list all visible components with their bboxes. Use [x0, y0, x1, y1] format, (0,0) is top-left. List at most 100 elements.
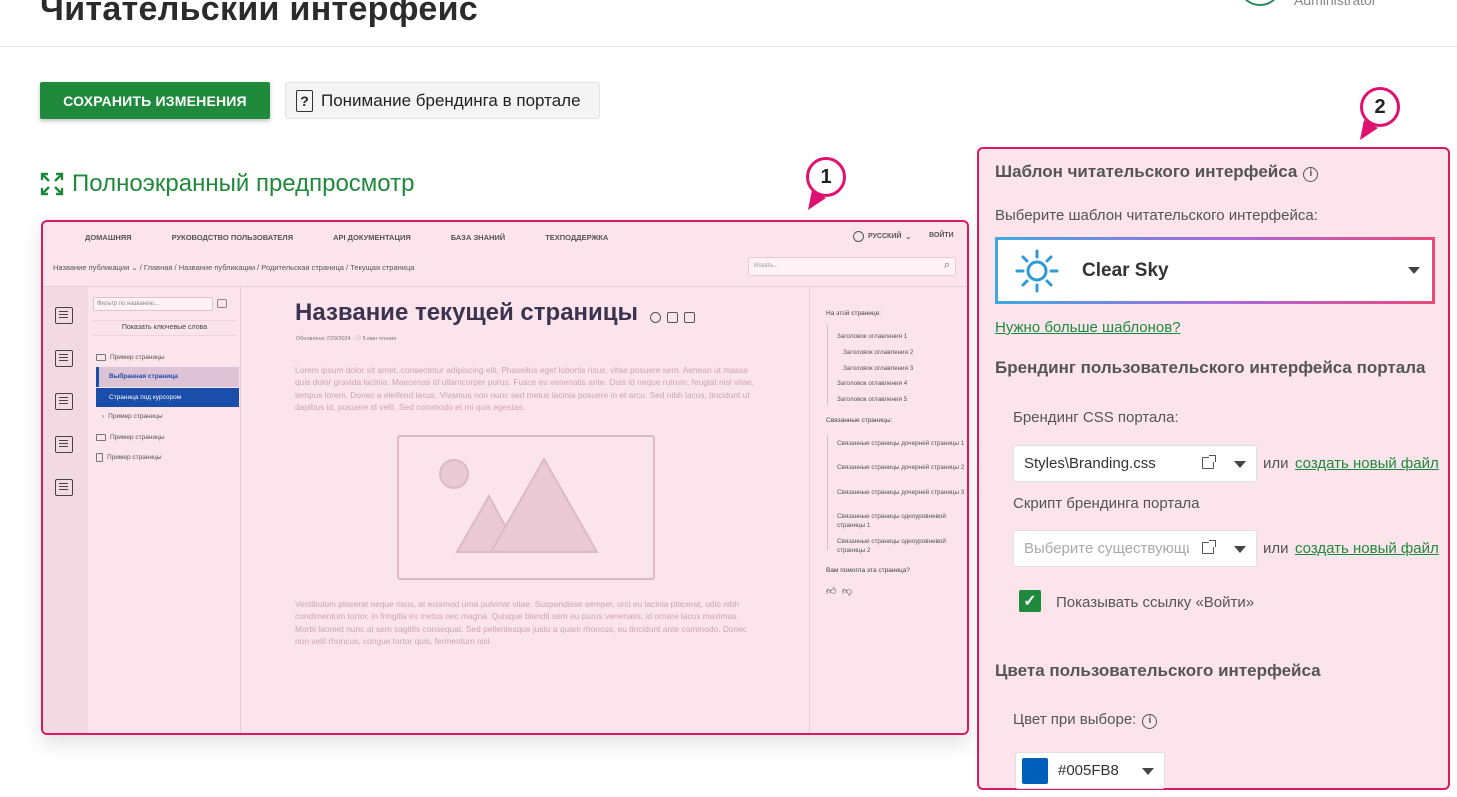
book-icon[interactable] [55, 307, 73, 324]
show-login-checkbox[interactable]: ✓ [1019, 590, 1041, 612]
chevron-down-icon [1142, 768, 1154, 775]
selection-color-value: #005FB8 [1058, 762, 1119, 779]
tree-item-selected[interactable]: Выбранная страница [96, 367, 239, 387]
thumbs-up-icon[interactable]: 👍︎ [826, 586, 836, 597]
related-link[interactable]: Связанные страницы дочерней страницы 2 [837, 463, 967, 472]
branding-heading: Брендинг пользовательского интерфейса по… [995, 358, 1426, 377]
toc-link[interactable]: Заголовок оглавления 4 [837, 379, 967, 388]
template-select[interactable]: Clear Sky [995, 237, 1435, 304]
toc-divider [827, 435, 828, 550]
book-icon[interactable] [55, 350, 73, 367]
toc-related-heading: Связанные страницы: [826, 417, 893, 424]
user-avatar[interactable] [1238, 0, 1282, 6]
tree-item[interactable]: Пример страницы [96, 434, 165, 441]
thumbs-down-icon[interactable]: 👎︎ [842, 586, 852, 597]
save-changes-button[interactable]: СОХРАНИТЬ ИЗМЕНЕНИЯ [40, 82, 270, 119]
book-icon[interactable] [55, 393, 73, 410]
feedback-question: Вам помогла эта страница? [826, 567, 911, 574]
preview-content: Название текущей страницы Обновлено 7/29… [241, 287, 810, 733]
document-icon [96, 453, 103, 462]
book-icon[interactable] [55, 436, 73, 453]
preview-login-link[interactable]: ВОЙТИ [929, 232, 954, 239]
toc-heading: На этой странице: [826, 310, 881, 317]
user-role: Administrator [1294, 0, 1377, 8]
colors-heading: Цвета пользовательского интерфейса [995, 661, 1321, 680]
book-icon[interactable] [55, 479, 73, 496]
toc-link[interactable]: Заголовок оглавления 2 [843, 348, 967, 357]
sun-icon [1015, 249, 1059, 292]
open-external-icon[interactable] [1202, 455, 1216, 469]
settings-panel: Шаблон читательского интерфейса i Выберит… [977, 147, 1450, 790]
preview-breadcrumb: Название публикации ⌄ / Главная / Назван… [53, 263, 415, 272]
preview-nav: ДОМАШНЯЯ РУКОВОДСТВО ПОЛЬЗОВАТЕЛЯ API ДО… [43, 222, 967, 252]
css-file-select[interactable]: Styles\Branding.css [1013, 445, 1257, 482]
tree-item[interactable]: › Пример страницы [102, 413, 163, 420]
feedback-buttons: 👍︎ 👎︎ [826, 585, 852, 597]
tree-item-label: Пример страницы [108, 413, 163, 420]
chevron-down-icon [1408, 267, 1420, 274]
related-link[interactable]: Связанные страницы дочерней страницы 3 [837, 488, 967, 497]
more-templates-link[interactable]: Нужно больше шаблонов? [995, 319, 1181, 336]
tree-item[interactable]: Пример страницы [96, 354, 165, 361]
tree-item-label: Пример страницы [110, 354, 165, 361]
folder-icon [96, 354, 106, 361]
preview-icon-rail [43, 287, 88, 733]
related-link[interactable]: Связанные страницы одноуровневой страниц… [837, 512, 967, 530]
branding-help-button[interactable]: ? Понимание брендинга в портале [285, 82, 600, 119]
selection-color-label-text: Цвет при выборе: [1013, 711, 1137, 728]
info-icon[interactable]: i [1303, 167, 1319, 182]
print-icon[interactable] [667, 312, 678, 323]
preview-keywords-button[interactable]: Показать ключевые слова [93, 320, 236, 336]
top-bar: Читательский интерфейс Administrator [0, 0, 1457, 47]
template-select-value: Clear Sky [1082, 259, 1169, 281]
preview-language-selector[interactable]: РУССКИЙ ⌄ [853, 231, 911, 242]
selection-color-picker[interactable]: #005FB8 [1015, 752, 1165, 789]
script-file-placeholder: Выберите существующий [1024, 540, 1189, 557]
color-swatch [1022, 757, 1048, 784]
preview-nav-api[interactable]: API ДОКУМЕНТАЦИЯ [333, 233, 411, 242]
script-file-select[interactable]: Выберите существующий [1013, 530, 1257, 567]
image-placeholder-icon [397, 435, 655, 580]
preview-search-input[interactable]: Искать... [748, 257, 956, 276]
info-icon[interactable]: i [1142, 714, 1158, 729]
create-css-file-link[interactable]: создать новый файл [1295, 455, 1439, 472]
preview-paragraph: Lorem ipsum dolor sit amet, consectetur … [295, 365, 755, 413]
preview-nav-guide[interactable]: РУКОВОДСТВО ПОЛЬЗОВАТЕЛЯ [172, 233, 294, 242]
preview-tree-filter[interactable]: Фильтр по названию... [93, 297, 213, 311]
preview-body: Фильтр по названию... Показать ключевые … [43, 286, 967, 733]
or-text: или [1263, 455, 1289, 472]
branding-help-label: Понимание брендинга в портале [321, 90, 581, 110]
css-label: Брендинг CSS портала: [1013, 409, 1179, 426]
tree-item[interactable]: Пример страницы [96, 453, 162, 462]
preview-nav-kb[interactable]: БАЗА ЗНАНИЙ [451, 233, 505, 242]
preview-title-actions [650, 312, 695, 323]
link-icon[interactable] [650, 312, 661, 323]
chevron-down-icon [1234, 546, 1246, 553]
toc-link[interactable]: Заголовок оглавления 1 [837, 332, 967, 341]
globe-icon [853, 231, 864, 242]
preview-nav-support[interactable]: ТЕХПОДДЕРЖКА [545, 233, 608, 242]
page-title: Читательский интерфейс [40, 0, 478, 28]
preview-nav-home[interactable]: ДОМАШНЯЯ [85, 233, 132, 242]
toc-link[interactable]: Заголовок оглавления 5 [837, 395, 967, 404]
tree-item-label: Пример страницы [107, 454, 162, 461]
fullscreen-preview-link[interactable]: Полноэкранный предпросмотр [40, 170, 414, 198]
related-link[interactable]: Связанные страницы дочерней страницы 1 [837, 439, 967, 448]
selection-color-label: Цвет при выборе: i [1013, 711, 1158, 729]
preview-language-label: РУССКИЙ [868, 233, 902, 240]
related-link[interactable]: Связанные страницы одноуровневой страниц… [837, 537, 967, 555]
tree-item-hovered[interactable]: Страница под курсором [96, 388, 239, 407]
help-doc-icon: ? [296, 89, 313, 112]
chevron-down-icon [1234, 461, 1246, 468]
fullscreen-preview-label: Полноэкранный предпросмотр [72, 170, 415, 197]
open-external-icon[interactable] [1202, 540, 1216, 554]
collapse-all-icon[interactable] [217, 299, 227, 308]
toc-link[interactable]: Заголовок оглавления 3 [843, 364, 967, 373]
css-file-value: Styles\Branding.css [1024, 455, 1156, 472]
chevron-right-icon: › [102, 413, 105, 420]
reader-preview[interactable]: ДОМАШНЯЯ РУКОВОДСТВО ПОЛЬЗОВАТЕЛЯ API ДО… [41, 220, 969, 735]
or-text: или [1263, 540, 1289, 557]
create-script-file-link[interactable]: создать новый файл [1295, 540, 1439, 557]
pdf-icon[interactable] [684, 312, 695, 323]
callout-pointer-1 [808, 190, 826, 210]
